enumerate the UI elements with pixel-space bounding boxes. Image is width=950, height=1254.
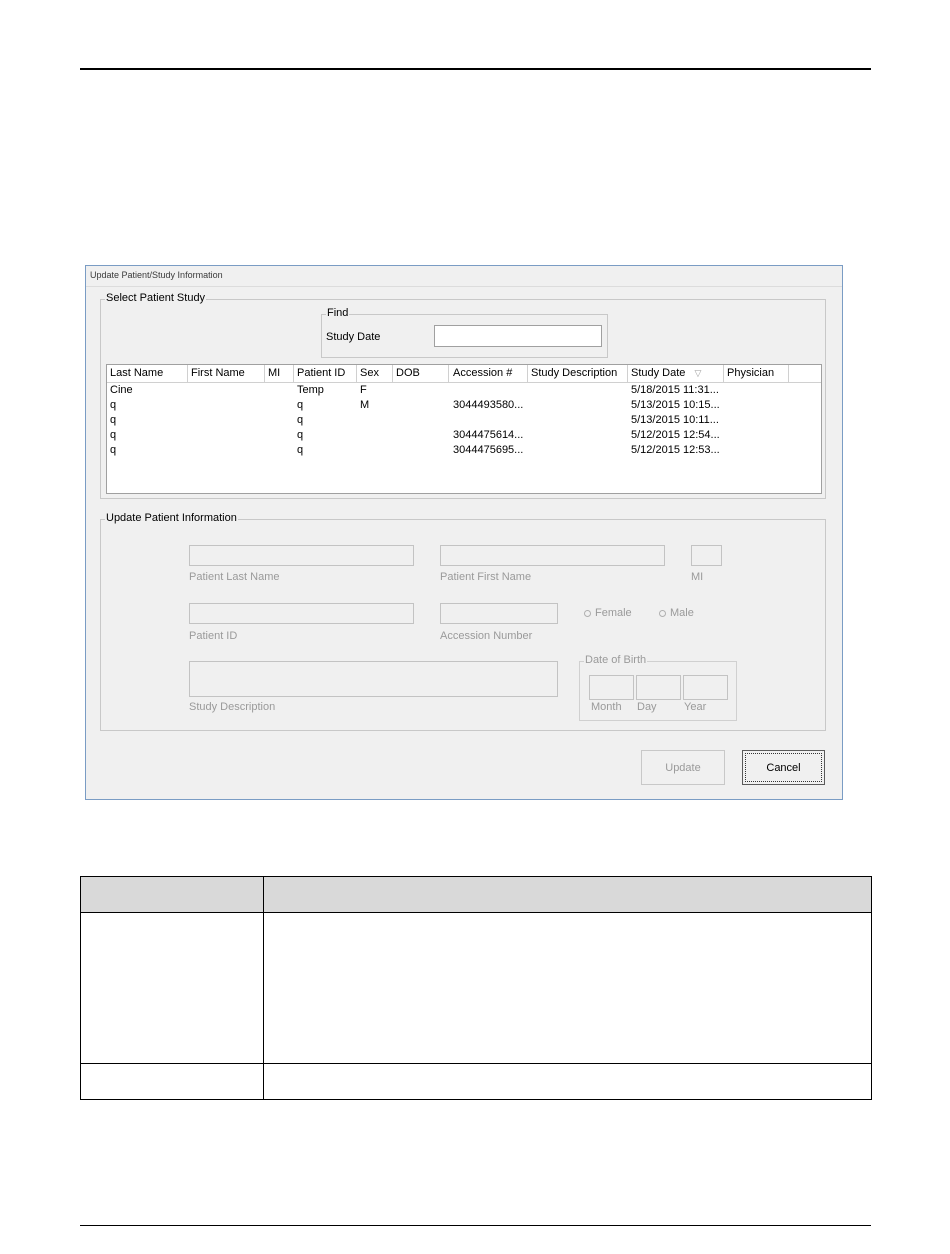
col-study-date-label: Study Date	[631, 367, 686, 379]
list-header: Last Name First Name MI Patient ID Sex D…	[107, 365, 821, 383]
male-radio-label: Male	[670, 607, 694, 619]
dialog-title: Update Patient/Study Information	[90, 270, 223, 280]
cell-sex: F	[360, 384, 367, 396]
cell-patient-id: q	[297, 414, 304, 426]
mi-label: MI	[691, 571, 704, 583]
female-radio[interactable]: Female	[584, 607, 632, 619]
patient-study-list[interactable]: Last Name First Name MI Patient ID Sex D…	[106, 364, 822, 494]
dialog-titlebar[interactable]: Update Patient/Study Information	[86, 266, 842, 287]
col-first-name[interactable]: First Name	[188, 365, 265, 382]
dob-year-label: Year	[684, 701, 707, 713]
select-patient-study-group: Select Patient Study Find Study Date Las…	[100, 292, 826, 499]
col-mi[interactable]: MI	[265, 365, 294, 382]
col-sex[interactable]: Sex	[357, 365, 393, 382]
update-patient-study-dialog: Update Patient/Study Information Select …	[85, 265, 843, 800]
col-study-description[interactable]: Study Description	[528, 365, 628, 382]
cell-patient-id: Temp	[297, 384, 324, 396]
cell-accession: 3044475614...	[453, 429, 524, 441]
cell-last-name: Cine	[110, 384, 133, 396]
update-patient-info-label: Update Patient Information	[105, 512, 238, 524]
cell-study-date: 5/12/2015 12:53...	[631, 444, 720, 456]
sort-descending-icon: ▽	[694, 368, 702, 378]
patient-last-name-label: Patient Last Name	[189, 571, 280, 583]
cell-last-name: q	[110, 399, 117, 411]
cell-study-date: 5/18/2015 11:31...	[631, 384, 719, 396]
select-patient-study-label: Select Patient Study	[105, 292, 207, 304]
find-group: Find Study Date	[321, 307, 608, 358]
accession-number-input[interactable]	[440, 603, 558, 624]
col-physician[interactable]: Physician	[724, 365, 789, 382]
cancel-button[interactable]: Cancel	[742, 750, 825, 785]
patient-first-name-label: Patient First Name	[440, 571, 532, 583]
reference-table	[80, 876, 872, 1100]
patient-id-label: Patient ID	[189, 630, 238, 642]
dob-year-input[interactable]	[683, 675, 728, 700]
find-label: Find	[326, 307, 350, 319]
cell-patient-id: q	[297, 399, 304, 411]
table-header-cell-2	[263, 876, 872, 913]
date-of-birth-group: Date of Birth Month Day Year	[579, 654, 737, 721]
dob-day-input[interactable]	[636, 675, 681, 700]
footer-rule	[80, 1225, 871, 1226]
table-header-row	[80, 876, 872, 913]
female-radio-label: Female	[595, 607, 632, 619]
table-row[interactable]: q q 5/13/2015 10:11...	[107, 413, 821, 428]
col-patient-id[interactable]: Patient ID	[294, 365, 357, 382]
patient-last-name-input[interactable]	[189, 545, 414, 566]
cell-patient-id: q	[297, 444, 304, 456]
dob-month-label: Month	[591, 701, 622, 713]
col-dob[interactable]: DOB	[393, 365, 449, 382]
cell-last-name: q	[110, 429, 117, 441]
table-row[interactable]: q q 3044475695... 5/12/2015 12:53...	[107, 443, 821, 458]
cell-study-date: 5/13/2015 10:15...	[631, 399, 720, 411]
dob-day-label: Day	[637, 701, 657, 713]
table-header-cell-1	[80, 876, 264, 913]
cell-study-date: 5/12/2015 12:54...	[631, 429, 720, 441]
study-description-input[interactable]	[189, 661, 558, 697]
cell-last-name: q	[110, 414, 117, 426]
cell-accession: 3044475695...	[453, 444, 524, 456]
female-radio-indicator	[584, 609, 591, 617]
cell-last-name: q	[110, 444, 117, 456]
cell-sex: M	[360, 399, 370, 411]
study-description-label: Study Description	[189, 701, 276, 713]
table-cell	[80, 912, 264, 1064]
date-of-birth-label: Date of Birth	[584, 654, 648, 666]
col-study-date[interactable]: Study Date ▽	[628, 365, 724, 382]
update-patient-info-group: Update Patient Information Patient Last …	[100, 512, 826, 731]
male-radio[interactable]: Male	[659, 607, 694, 619]
table-row[interactable]: q q 3044475614... 5/12/2015 12:54...	[107, 428, 821, 443]
study-date-label: Study Date	[326, 331, 381, 343]
table-cell	[263, 1063, 872, 1100]
table-row	[80, 1063, 872, 1100]
table-row[interactable]: Cine Temp F 5/18/2015 11:31...	[107, 383, 821, 398]
cell-accession: 3044493580...	[453, 399, 524, 411]
dob-month-input[interactable]	[589, 675, 634, 700]
accession-number-label: Accession Number	[440, 630, 533, 642]
cancel-button-label: Cancel	[766, 762, 801, 774]
col-accession[interactable]: Accession #	[449, 365, 528, 382]
patient-id-input[interactable]	[189, 603, 414, 624]
col-last-name[interactable]: Last Name	[107, 365, 188, 382]
header-rule	[80, 68, 871, 70]
table-row[interactable]: q q M 3044493580... 5/13/2015 10:15...	[107, 398, 821, 413]
cell-patient-id: q	[297, 429, 304, 441]
study-date-find-input[interactable]	[434, 325, 602, 347]
table-row	[80, 912, 872, 1064]
mi-input[interactable]	[691, 545, 722, 566]
table-cell	[80, 1063, 264, 1100]
update-button[interactable]: Update	[641, 750, 725, 785]
cell-study-date: 5/13/2015 10:11...	[631, 414, 719, 426]
table-cell	[263, 912, 872, 1064]
male-radio-indicator	[659, 609, 666, 617]
patient-first-name-input[interactable]	[440, 545, 665, 566]
